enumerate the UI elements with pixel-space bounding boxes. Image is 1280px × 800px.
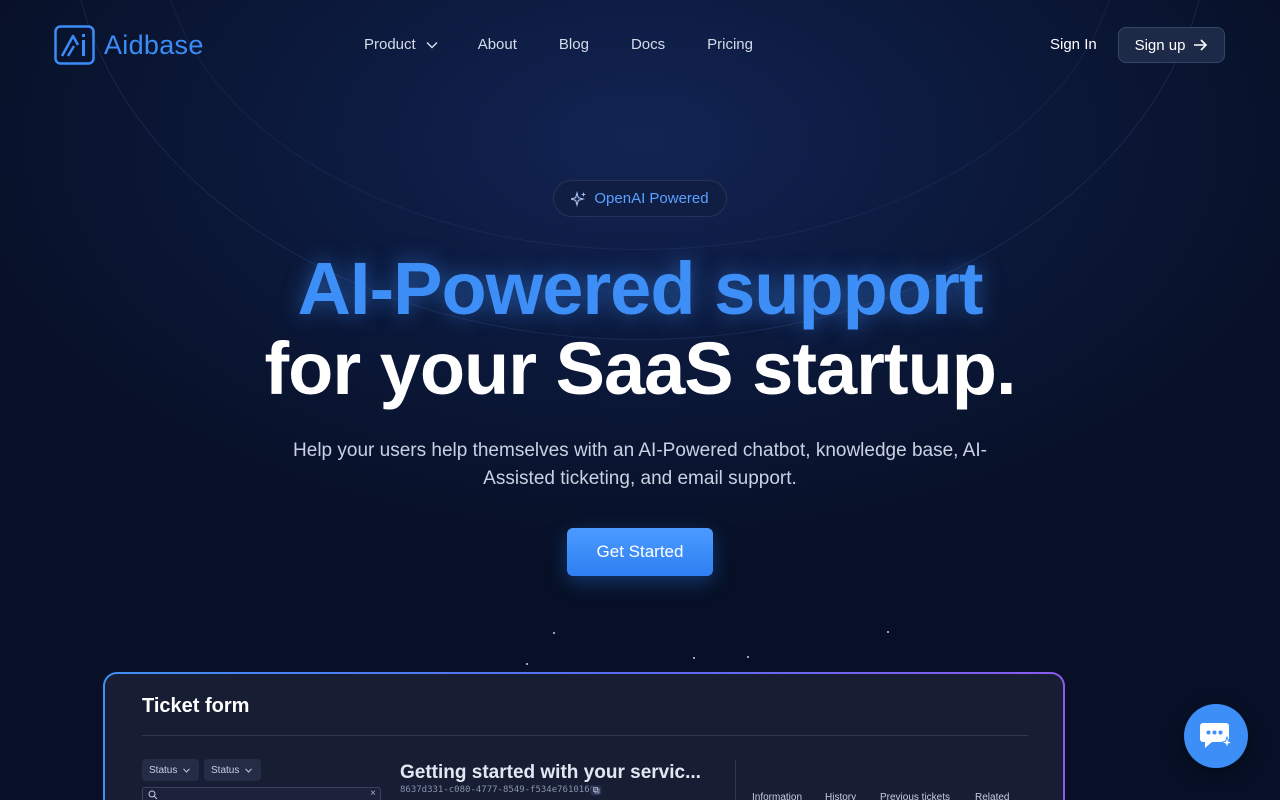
chevron-down-icon: [245, 767, 253, 773]
chevron-down-icon: [183, 767, 191, 773]
clear-icon[interactable]: ×: [370, 788, 376, 799]
preview-divider: [142, 735, 1028, 736]
tab-information[interactable]: Information: [752, 792, 802, 800]
tab-history[interactable]: History: [825, 792, 856, 800]
sign-in-link[interactable]: Sign In: [1050, 36, 1097, 53]
preview-window: Ticket form Status Status × Getting star…: [105, 674, 1063, 800]
ticket-title: Getting started with your servic...: [400, 762, 701, 783]
chat-widget-button[interactable]: [1184, 704, 1248, 768]
status-filter[interactable]: Status: [142, 759, 199, 781]
hero-headline-secondary: for your SaaS startup.: [264, 327, 1016, 410]
star-decoration: [747, 656, 749, 658]
star-decoration: [553, 632, 555, 634]
brand-name: Aidbase: [104, 29, 204, 60]
landing-page: Aidbase Product About Blog Docs Pricing …: [0, 0, 1280, 800]
sign-up-label: Sign up: [1134, 36, 1186, 54]
nav-docs[interactable]: Docs: [631, 36, 665, 53]
tab-related[interactable]: Related: [975, 792, 1009, 800]
status-filter-label: Status: [149, 764, 178, 776]
sparkle-icon: [571, 190, 587, 207]
star-decoration: [526, 663, 528, 665]
search-icon: [148, 790, 158, 800]
brand-logo[interactable]: Aidbase: [54, 25, 204, 65]
tab-previous-tickets[interactable]: Previous tickets: [880, 792, 950, 800]
badge-label: OpenAI Powered: [594, 190, 709, 207]
hero-headline-primary: AI-Powered support: [297, 247, 983, 330]
ticket-search-input[interactable]: ×: [142, 787, 381, 800]
status-filter-label: Status: [211, 764, 240, 776]
preview-title: Ticket form: [142, 695, 250, 717]
nav-product[interactable]: Product: [364, 36, 438, 53]
openai-badge: OpenAI Powered: [553, 180, 727, 217]
nav-product-label: Product: [364, 36, 416, 53]
status-filter[interactable]: Status: [204, 759, 261, 781]
ticket-id: 8637d331-c080-4777-8549-f534e7610166: [400, 785, 596, 795]
star-decoration: [693, 657, 695, 659]
get-started-button[interactable]: Get Started: [567, 528, 713, 576]
aidbase-logo-icon: [54, 25, 95, 65]
main-menu: Product About Blog Docs Pricing: [364, 36, 753, 53]
copy-icon[interactable]: [590, 785, 602, 796]
hero-subtitle: Help your users help themselves with an …: [293, 440, 987, 489]
nav-pricing[interactable]: Pricing: [707, 36, 753, 53]
top-nav: Aidbase Product About Blog Docs Pricing …: [0, 0, 1280, 92]
chevron-down-icon: [426, 41, 438, 49]
sign-up-button[interactable]: Sign up: [1118, 27, 1225, 63]
arrow-right-icon: [1194, 39, 1208, 51]
nav-blog[interactable]: Blog: [559, 36, 589, 53]
chat-bubble-icon: [1200, 723, 1234, 750]
star-decoration: [887, 631, 889, 633]
product-preview: Ticket form Status Status × Getting star…: [103, 672, 1065, 800]
nav-about[interactable]: About: [478, 36, 517, 53]
preview-column-divider: [735, 760, 736, 800]
